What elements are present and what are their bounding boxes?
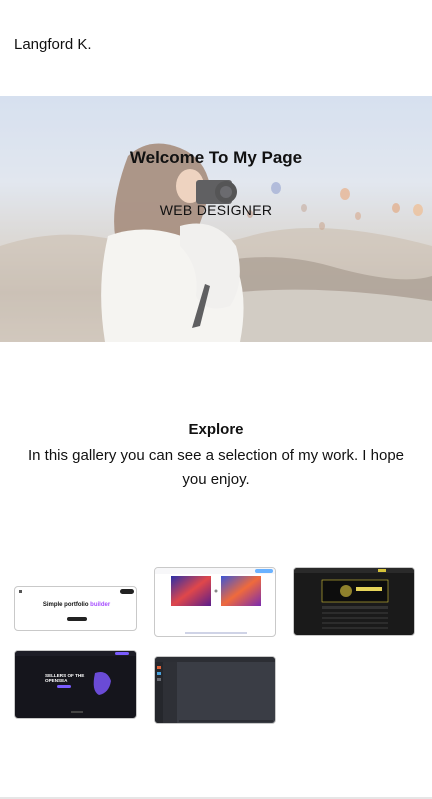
portfolio-caption-accent: builder xyxy=(90,602,111,608)
gallery-item-portfolio-builder[interactable]: Simple portfolio builder xyxy=(14,586,137,631)
explore-description: In this gallery you can see a selection … xyxy=(27,447,405,488)
opensea-caption: SELLERS OF THE OPENSEA xyxy=(45,673,84,683)
opensea-thumbnail xyxy=(15,651,136,713)
hero-overlay xyxy=(0,96,432,342)
gallery-item-dark-marketplace[interactable] xyxy=(293,567,415,636)
portfolio-caption-main: Simple portfolio xyxy=(42,602,91,608)
opensea-caption-line2: OPENSEA xyxy=(45,678,68,683)
explore-heading: Explore xyxy=(188,421,244,438)
portfolio-builder-thumbnail xyxy=(19,589,134,621)
brand-name[interactable]: Langford K. xyxy=(14,36,92,53)
portfolio-builder-caption: Simple portfolio builder xyxy=(15,602,136,608)
dark-marketplace-thumbnail xyxy=(294,568,414,629)
hero-subtitle: WEB DESIGNER xyxy=(159,202,273,218)
gallery-item-dark-dashboard[interactable] xyxy=(154,656,276,724)
image-editor-thumbnail xyxy=(155,568,275,634)
gallery-item-opensea[interactable]: SELLERS OF THE OPENSEA xyxy=(14,650,137,719)
site-header: Langford K. xyxy=(0,0,432,96)
dark-dashboard-thumbnail xyxy=(155,657,275,723)
hero-title: Welcome To My Page xyxy=(129,148,303,167)
hero-banner: Welcome To My Page WEB DESIGNER xyxy=(0,96,432,342)
gallery-item-image-editor[interactable] xyxy=(154,567,276,637)
